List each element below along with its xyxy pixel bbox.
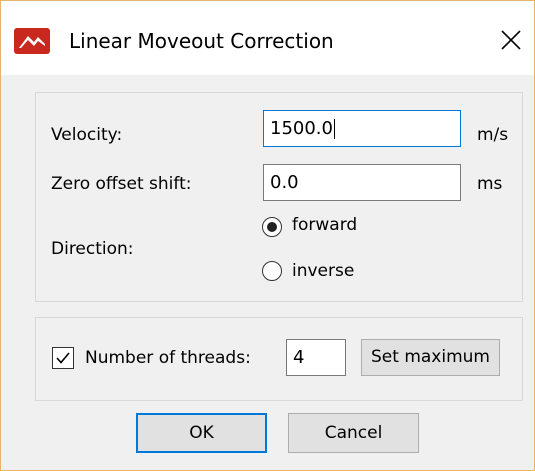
- close-button[interactable]: [491, 21, 531, 61]
- ok-button[interactable]: OK: [136, 413, 267, 453]
- radio-inverse[interactable]: [262, 261, 282, 281]
- direction-label: Direction:: [51, 239, 134, 259]
- close-icon: [501, 30, 521, 50]
- velocity-unit: m/s: [477, 125, 509, 145]
- velocity-label: Velocity:: [51, 125, 123, 145]
- window-title: Linear Moveout Correction: [69, 29, 334, 53]
- threads-checkbox[interactable]: [52, 347, 74, 369]
- radio-selected-dot: [267, 222, 277, 232]
- app-logo-icon: [14, 28, 50, 54]
- threads-group: Number of threads: 4 Set maximum: [35, 317, 523, 401]
- radio-inverse-label[interactable]: inverse: [292, 261, 354, 281]
- threads-count-input[interactable]: 4: [286, 339, 346, 376]
- cancel-button[interactable]: Cancel: [288, 413, 419, 453]
- title-bar[interactable]: Linear Moveout Correction: [1, 1, 534, 75]
- set-maximum-button[interactable]: Set maximum: [361, 339, 500, 376]
- zero-offset-shift-label: Zero offset shift:: [51, 174, 192, 194]
- dialog-window: Linear Moveout Correction Velocity: 1500…: [0, 0, 535, 471]
- zero-offset-shift-input[interactable]: 0.0: [263, 164, 461, 201]
- parameters-group: Velocity: 1500.0 m/s Zero offset shift: …: [35, 92, 523, 302]
- radio-forward[interactable]: [262, 217, 282, 237]
- text-caret: [333, 119, 335, 139]
- threads-checkbox-label[interactable]: Number of threads:: [85, 348, 251, 368]
- velocity-input[interactable]: 1500.0: [263, 110, 461, 147]
- zero-offset-shift-unit: ms: [477, 174, 503, 194]
- checkmark-icon: [56, 352, 70, 364]
- radio-forward-label[interactable]: forward: [292, 215, 357, 235]
